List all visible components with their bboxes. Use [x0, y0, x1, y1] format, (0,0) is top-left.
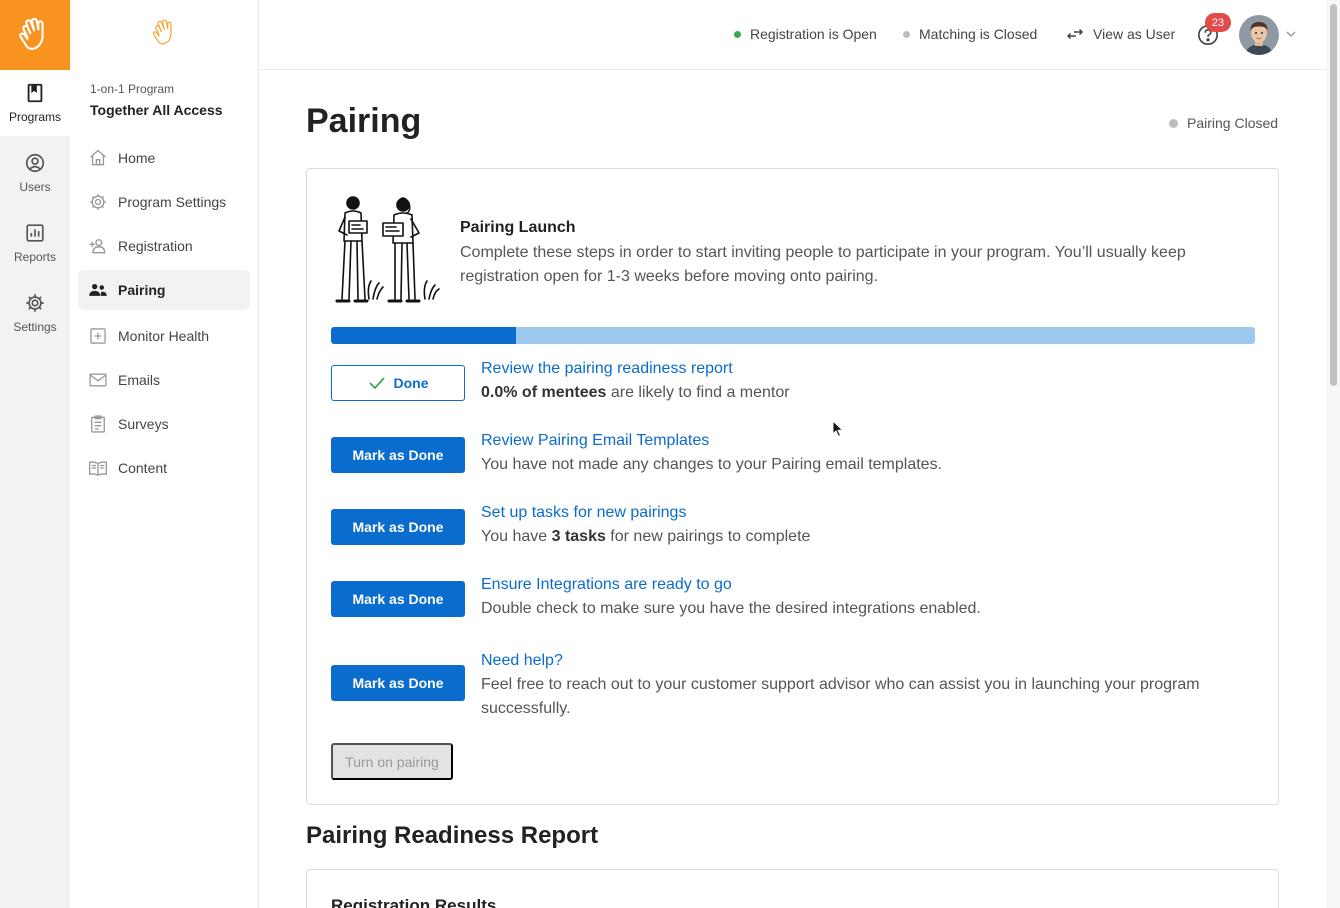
mouse-cursor-icon [832, 420, 844, 438]
step-text: are likely to find a mentor [606, 384, 790, 401]
registration-status: Registration is Open [734, 26, 877, 42]
rail-item-programs[interactable]: Programs [0, 70, 70, 136]
status-closed-dot [1169, 118, 1178, 128]
clipboard-icon [91, 415, 105, 433]
book-icon [89, 461, 107, 476]
top-header: Registration is Open Matching is Closed … [259, 0, 1326, 70]
chevron-down-icon[interactable] [1285, 28, 1297, 40]
rail-item-settings[interactable]: Settings [0, 280, 70, 346]
sidebar-item-label: Monitor Health [118, 328, 210, 344]
swap-arrows-icon [1066, 28, 1084, 40]
step-text: You have [481, 528, 552, 545]
turn-on-pairing-button[interactable]: Turn on pairing [331, 743, 453, 780]
user-avatar-icon [1239, 15, 1279, 55]
rail-item-reports[interactable]: Reports [0, 210, 70, 276]
waving-hand-icon [19, 17, 44, 50]
program-sidebar: 1-on-1 Program Together All Access Home … [70, 0, 259, 908]
step-description: Feel free to reach out to your customer … [481, 676, 1200, 717]
matching-status-label: Matching is Closed [919, 26, 1038, 42]
step-description: Double check to make sure you have the d… [481, 600, 981, 617]
icon-rail: Programs Users Reports Settings [0, 0, 70, 908]
readiness-report-link[interactable]: Review the pairing readiness report [481, 357, 733, 381]
done-button-label: Done [393, 375, 429, 391]
matching-status: Matching is Closed [903, 26, 1037, 42]
user-circle-icon [25, 153, 45, 173]
add-user-icon [89, 239, 106, 254]
sidebar-item-label: Pairing [118, 282, 166, 298]
integrations-link[interactable]: Ensure Integrations are ready to go [481, 573, 732, 597]
sidebar-item-emails[interactable]: Emails [78, 360, 250, 400]
pairing-launch-description: Complete these steps in order to start i… [460, 244, 1186, 285]
step-description: 0.0% of mentees are likely to find a men… [481, 381, 1241, 405]
mark-as-done-button[interactable]: Mark as Done [331, 509, 465, 545]
sidebar-item-program-settings[interactable]: Program Settings [78, 182, 250, 222]
launch-progress-bar [331, 327, 1255, 344]
sidebar-item-label: Emails [118, 372, 161, 388]
brand-logo[interactable] [0, 0, 70, 70]
step-text: for new pairings to complete [605, 528, 811, 545]
users-icon [89, 284, 107, 296]
sidebar-item-content[interactable]: Content [78, 448, 250, 488]
readiness-report-title: Pairing Readiness Report [306, 822, 599, 849]
registration-status-label: Registration is Open [750, 26, 877, 42]
done-button[interactable]: Done [331, 365, 465, 401]
registration-results-card: Registration Results [306, 869, 1279, 908]
registration-results-title: Registration Results [331, 896, 497, 908]
sidebar-item-registration[interactable]: Registration [78, 226, 250, 266]
notification-badge[interactable]: 23 [1205, 13, 1231, 32]
launch-progress-fill [331, 327, 516, 344]
status-open-dot [734, 30, 741, 38]
pairing-status-badge: Pairing Closed [1169, 115, 1278, 131]
people-puzzle-illustration [335, 196, 440, 303]
bar-chart-icon [26, 224, 44, 242]
sidebar-item-monitor-health[interactable]: Monitor Health [78, 316, 250, 356]
mail-icon [89, 373, 107, 387]
email-templates-link[interactable]: Review Pairing Email Templates [481, 429, 709, 453]
sidebar-item-label: Program Settings [118, 194, 227, 210]
need-help-link[interactable]: Need help? [481, 649, 563, 673]
program-type: 1-on-1 Program [90, 82, 175, 96]
sidebar-item-label: Surveys [118, 416, 169, 432]
home-icon [90, 149, 106, 166]
step-description: You have 3 tasks for new pairings to com… [481, 525, 1241, 549]
pairing-launch-title: Pairing Launch [460, 219, 576, 236]
mark-as-done-button[interactable]: Mark as Done [331, 581, 465, 617]
avatar[interactable] [1239, 15, 1279, 55]
pairing-launch-card: Pairing Launch Complete these steps in o… [306, 168, 1279, 805]
app-root: Programs Users Reports Settings 1-on-1 P… [0, 0, 1340, 908]
step-description: You have not made any changes to your Pa… [481, 456, 943, 473]
check-icon [368, 377, 385, 390]
view-as-user-button[interactable]: View as User [1066, 26, 1175, 42]
rail-item-label: Settings [13, 320, 57, 334]
sidebar-item-label: Content [118, 460, 168, 476]
scrollbar-thumb[interactable] [1330, 4, 1337, 386]
mark-as-done-button[interactable]: Mark as Done [331, 437, 465, 473]
rail-item-label: Programs [8, 110, 61, 124]
rail-item-label: Reports [13, 250, 57, 264]
sidebar-item-home[interactable]: Home [78, 138, 250, 178]
page-scrollbar[interactable] [1326, 0, 1340, 908]
sidebar-item-label: Registration [118, 238, 193, 254]
rail-item-label: Users [19, 180, 51, 194]
pairing-status-label: Pairing Closed [1187, 115, 1279, 131]
sidebar-item-pairing[interactable]: Pairing [78, 270, 250, 310]
sidebar-item-label: Home [118, 150, 156, 166]
status-closed-dot [903, 30, 910, 38]
step-highlight: 0.0% of mentees [481, 384, 607, 401]
health-cross-icon [90, 328, 106, 344]
step-highlight: 3 tasks [551, 528, 606, 545]
page-title: Pairing [306, 102, 422, 140]
gear-icon [26, 294, 44, 312]
program-name: Together All Access [90, 102, 223, 118]
bookmark-icon [27, 83, 43, 103]
pairing-tasks-link[interactable]: Set up tasks for new pairings [481, 501, 686, 525]
gear-icon [90, 194, 106, 210]
waving-hand-icon[interactable] [150, 16, 180, 50]
view-as-user-label: View as User [1093, 26, 1176, 42]
rail-item-users[interactable]: Users [0, 140, 70, 206]
mark-as-done-button[interactable]: Mark as Done [331, 665, 465, 701]
sidebar-item-surveys[interactable]: Surveys [78, 404, 250, 444]
